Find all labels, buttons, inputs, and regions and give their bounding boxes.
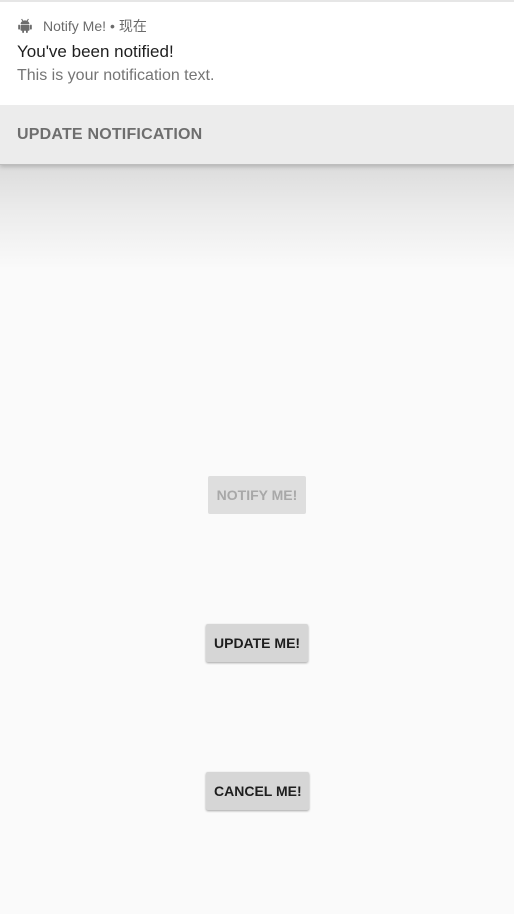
notification-title: You've been notified! [17,42,174,61]
notification-text: This is your notification text. [17,67,215,84]
android-icon [17,18,33,34]
update-me-button[interactable]: UPDATE ME! [206,624,308,662]
notification-card[interactable]: Notify Me! • 现在 You've been notified! Th… [0,0,514,165]
notification-header: Notify Me! • 现在 [17,16,147,36]
status-divider [0,0,514,2]
shade-shadow [0,165,514,270]
app-screen: Notify Me! • 现在 You've been notified! Th… [0,0,514,914]
notification-separator: • [110,18,115,34]
notify-me-button[interactable]: NOTIFY ME! [208,476,306,514]
cancel-me-button[interactable]: CANCEL ME! [206,772,309,810]
update-notification-action[interactable]: UPDATE NOTIFICATION [17,126,202,144]
notification-actions: UPDATE NOTIFICATION [0,105,514,165]
notification-time: 现在 [118,18,147,34]
notification-app-name: Notify Me! [43,18,107,34]
